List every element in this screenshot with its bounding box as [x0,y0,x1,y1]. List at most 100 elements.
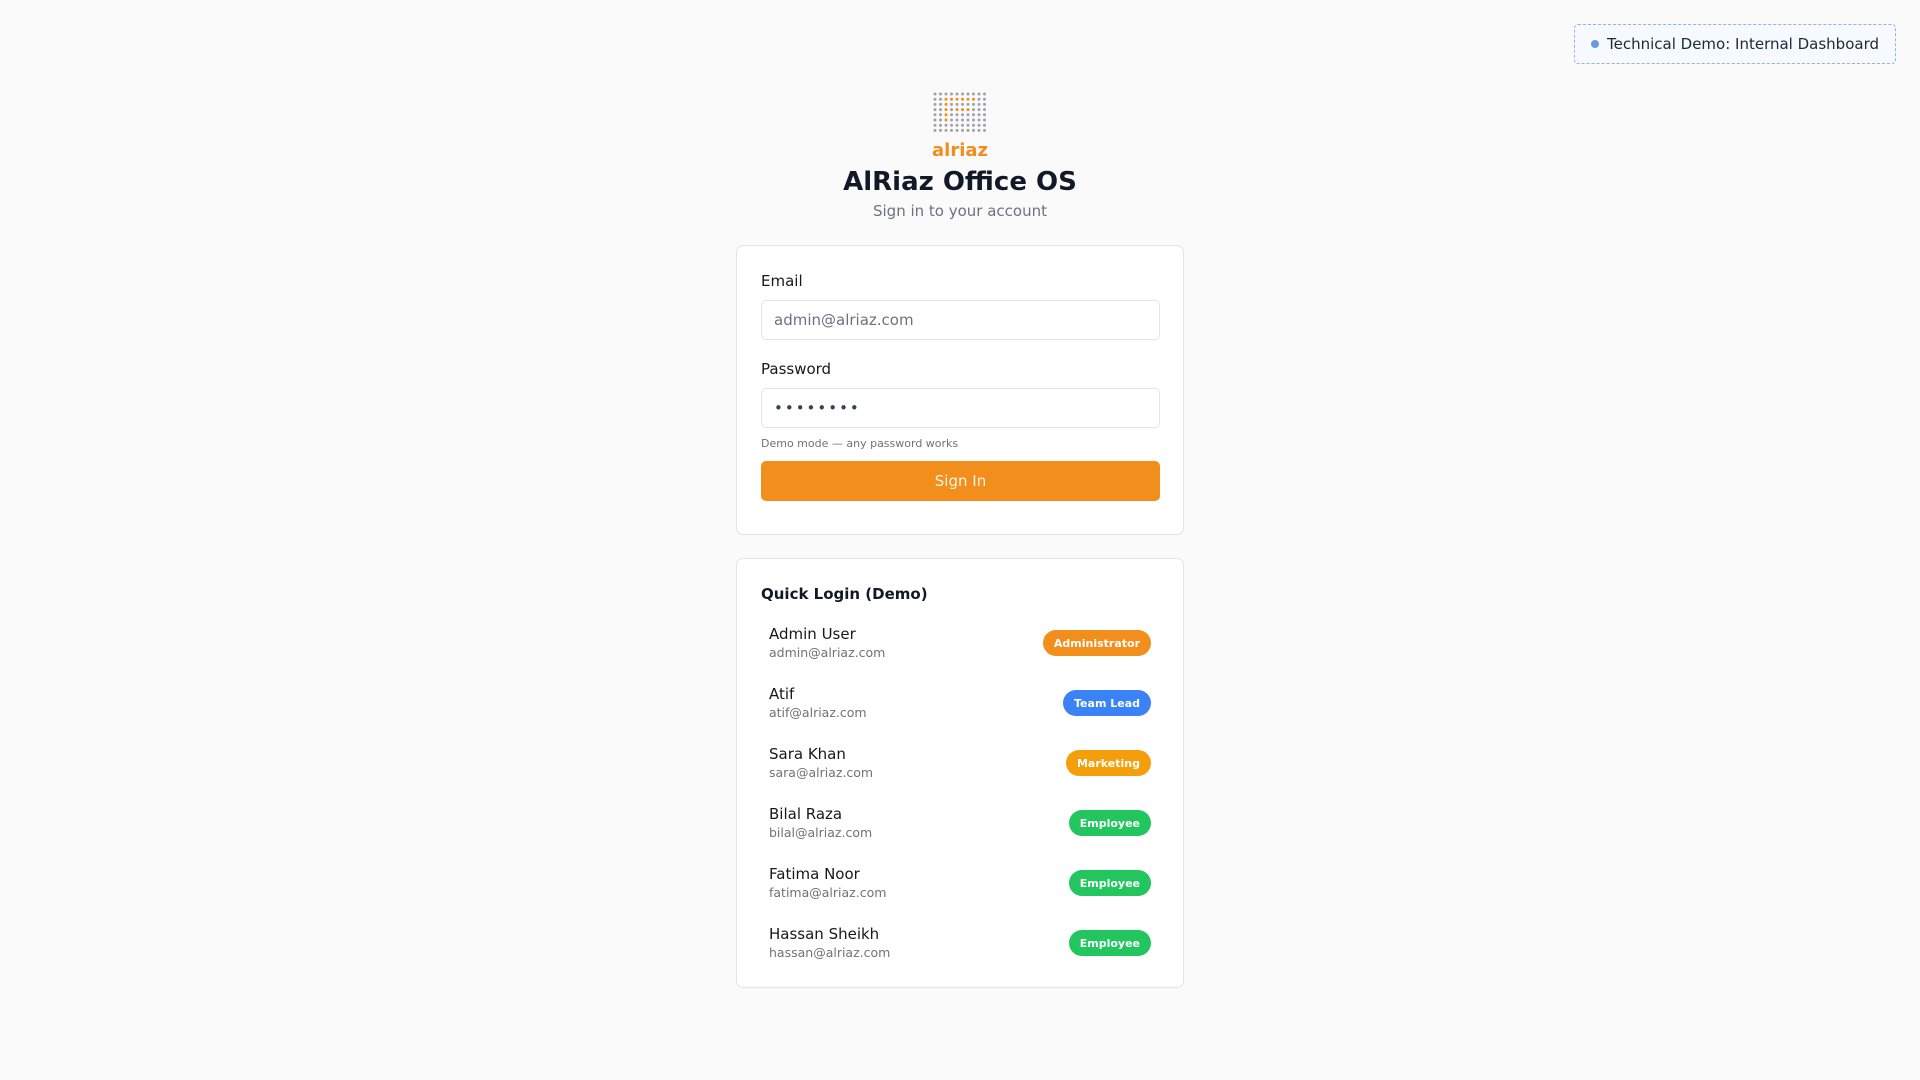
quick-login-user-list: Admin User admin@alriaz.com Administrator A… [761,613,1159,973]
sign-in-button[interactable]: Sign In [761,461,1160,501]
quick-login-user-row[interactable]: Bilal Raza bilal@alriaz.com Employee [761,793,1159,853]
logo-dot [966,123,970,127]
user-name: Admin User [769,625,856,643]
logo-dot [966,102,970,106]
logo-dot [983,123,986,127]
user-name: Hassan Sheikh [769,925,880,943]
quick-login-user-row[interactable]: Fatima Noor fatima@alriaz.com Employee [761,853,1159,913]
logo-dot [983,128,986,132]
logo-dot [950,92,953,96]
logo-dot [939,102,942,106]
user-info: Atif atif@alriaz.com [769,685,867,721]
logo-dot [950,118,953,122]
logo-dot [961,118,964,122]
user-email: sara@alriaz.com [769,765,874,780]
logo-dot [939,92,942,96]
user-email: fatima@alriaz.com [769,885,887,900]
user-info: Hassan Sheikh hassan@alriaz.com [769,925,890,961]
logo-dot [983,97,986,101]
user-email: bilal@alriaz.com [769,825,873,840]
logo-dot [939,128,942,132]
logo-dot [939,108,942,112]
logo-dot [944,97,948,101]
logo-dot [955,118,959,122]
logo-dot [977,128,981,132]
quick-login-user-row[interactable]: Sara Khan sara@alriaz.com Marketing [761,733,1159,793]
user-info: Fatima Noor fatima@alriaz.com [769,865,886,901]
logo-dot [950,102,953,106]
login-form: Email Password Demo mode — any password … [736,245,1184,535]
logo-dot [955,123,959,127]
logo-dot [977,123,981,127]
user-info: Sara Khan sara@alriaz.com [769,745,873,781]
email-field[interactable] [761,300,1160,340]
logo-dot [933,102,937,106]
dot-grid-logo-icon: alriaz [932,92,988,158]
logo-dot [983,118,986,122]
password-label: Password [761,360,832,378]
logo-dot [972,113,975,117]
logo-dot [933,123,937,127]
user-name: Bilal Raza [769,805,843,823]
user-email: admin@alriaz.com [769,645,886,660]
logo-dot [955,128,959,132]
user-info: Admin User admin@alriaz.com [769,625,885,661]
logo-dot [977,97,981,101]
logo-dot [955,113,959,117]
password-field[interactable] [761,388,1160,428]
user-name: Fatima Noor [769,865,860,883]
logo-dot [933,118,937,122]
logo-dot [955,108,959,112]
logo-dot [933,97,937,101]
logo-dot [961,113,964,117]
logo-dot [977,113,981,117]
logo-dot [983,102,986,106]
logo-dot [933,108,937,112]
demo-badge-label: Technical Demo: Internal Dashboard [1607,35,1879,53]
logo-dot [977,118,981,122]
logo-dot [950,97,953,101]
user-name: Atif [769,685,795,703]
quick-login-user-row[interactable]: Hassan Sheikh hassan@alriaz.com Employee [761,913,1159,973]
logo-dot [933,128,937,132]
logo-dot [961,102,964,106]
logo-dot [939,118,942,122]
logo-dot [950,128,953,132]
logo-dot [939,123,942,127]
quick-login-user-row[interactable]: Admin User admin@alriaz.com Administrator [761,613,1159,673]
logo-dot [966,92,970,96]
quick-login-panel: Quick Login (Demo) Admin User admin@alria… [736,558,1184,988]
demo-mode-badge: Technical Demo: Internal Dashboard [1574,24,1896,64]
logo-dot [944,92,948,96]
logo-dot [961,92,964,96]
logo-dot [983,108,986,112]
logo-dot [961,108,964,112]
role-badge: Employee [1068,870,1151,896]
role-badge: Employee [1068,810,1151,836]
user-info: Bilal Raza bilal@alriaz.com [769,805,872,841]
quick-login-user-row[interactable]: Atif atif@alriaz.com Team Lead [761,673,1159,733]
logo-dot [972,118,975,122]
logo-dot [966,118,970,122]
role-badge: Marketing [1065,750,1151,776]
logo-dot [944,123,948,127]
role-badge: Administrator [1042,630,1151,656]
logo-dot [933,92,937,96]
logo-dot [950,123,953,127]
logo-dot [944,118,948,122]
logo-dot [950,108,953,112]
logo-wordmark: alriaz [932,140,988,158]
logo-dot [972,92,975,96]
logo-dot [966,113,970,117]
logo-dot [977,108,981,112]
logo-dot [983,113,986,117]
logo-dot [944,128,948,132]
logo-dot [972,102,975,106]
logo-dot [955,102,959,106]
email-label: Email [761,272,803,290]
logo-dot [955,97,959,101]
page-title: AlRiaz Office OS [843,167,1077,197]
logo-dot [944,108,948,112]
logo-dot [972,128,975,132]
user-name: Sara Khan [769,745,846,763]
